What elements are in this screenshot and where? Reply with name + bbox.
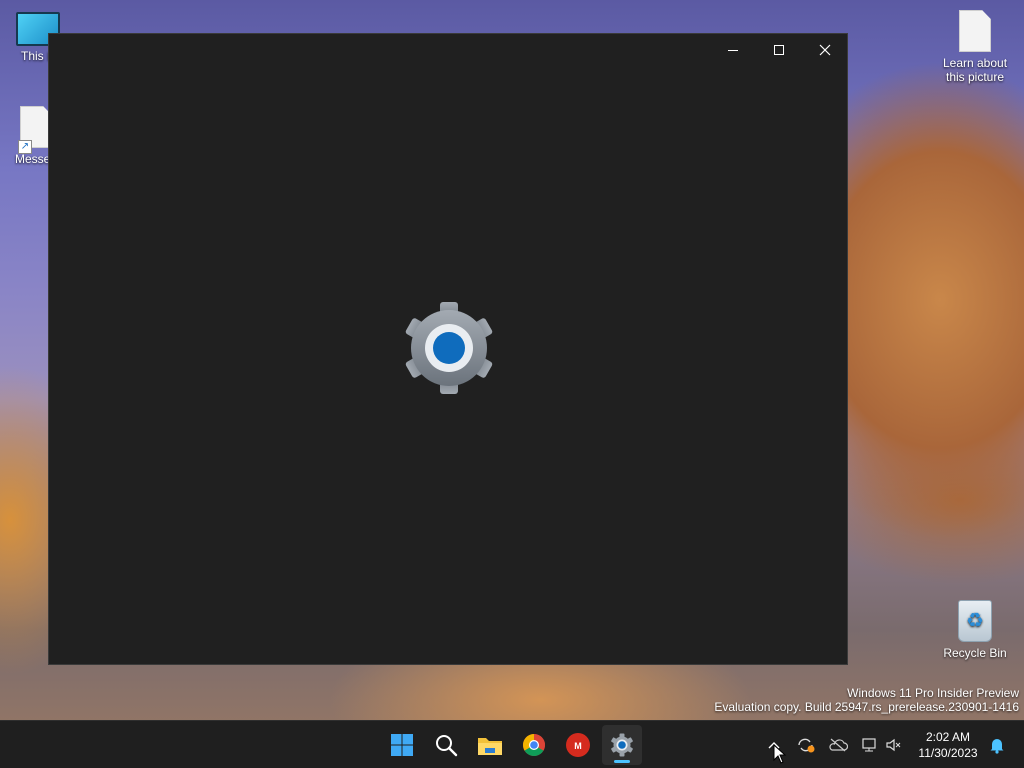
sync-icon <box>798 738 815 753</box>
network-icon <box>862 738 876 752</box>
close-icon <box>819 44 831 56</box>
sync-tray-button[interactable] <box>793 731 819 759</box>
recycle-bin-icon: ♻ <box>958 600 992 642</box>
windows-logo-icon <box>391 734 413 756</box>
maximize-icon <box>774 45 784 55</box>
taskbar: M 2:02 AM 11/30/2023 <box>0 720 1024 768</box>
volume-tray-button[interactable] <box>881 731 907 759</box>
clock-time: 2:02 AM <box>925 730 971 744</box>
watermark-line2: Evaluation copy. Build 25947.rs_prerelea… <box>714 700 1019 714</box>
evaluation-watermark: Windows 11 Pro Insider Preview Evaluatio… <box>714 686 1019 714</box>
mouse-cursor-icon <box>773 744 787 764</box>
svg-text:M: M <box>574 741 582 751</box>
settings-gear-icon <box>405 302 493 394</box>
desktop-icon-learn-about-picture[interactable]: Learn about this picture <box>939 10 1011 84</box>
clock-date: 11/30/2023 <box>918 746 978 760</box>
shortcut-arrow-icon: ↗ <box>18 140 32 154</box>
document-icon <box>959 10 991 52</box>
active-indicator <box>614 760 630 763</box>
file-explorer-button[interactable] <box>470 725 510 765</box>
minimize-icon <box>728 50 738 51</box>
settings-taskbar-button[interactable] <box>602 725 642 765</box>
network-tray-button[interactable] <box>857 731 883 759</box>
volume-muted-icon <box>886 738 901 752</box>
close-button[interactable] <box>802 34 848 66</box>
search-button[interactable] <box>426 725 466 765</box>
maximize-button[interactable] <box>756 34 802 66</box>
desktop-icon-label: Recycle Bin <box>943 646 1007 660</box>
chrome-icon <box>523 734 545 756</box>
bell-icon <box>990 739 1004 754</box>
clock[interactable]: 2:02 AM 11/30/2023 <box>914 729 982 761</box>
chrome-button[interactable] <box>514 725 554 765</box>
start-button[interactable] <box>382 725 422 765</box>
watermark-line1: Windows 11 Pro Insider Preview <box>847 686 1019 700</box>
cloud-icon <box>829 738 848 752</box>
mcafee-icon: M <box>566 733 590 757</box>
search-icon <box>436 735 458 757</box>
notifications-button[interactable] <box>984 731 1010 759</box>
settings-window[interactable] <box>48 33 848 665</box>
mcafee-button[interactable]: M <box>558 725 598 765</box>
onedrive-tray-button[interactable] <box>825 731 851 759</box>
folder-icon <box>478 738 502 755</box>
desktop-icon-label: Learn about this picture <box>942 56 1008 84</box>
minimize-button[interactable] <box>710 34 756 66</box>
settings-gear-icon <box>611 733 633 757</box>
desktop-icon-recycle-bin[interactable]: ♻ Recycle Bin <box>939 600 1011 660</box>
